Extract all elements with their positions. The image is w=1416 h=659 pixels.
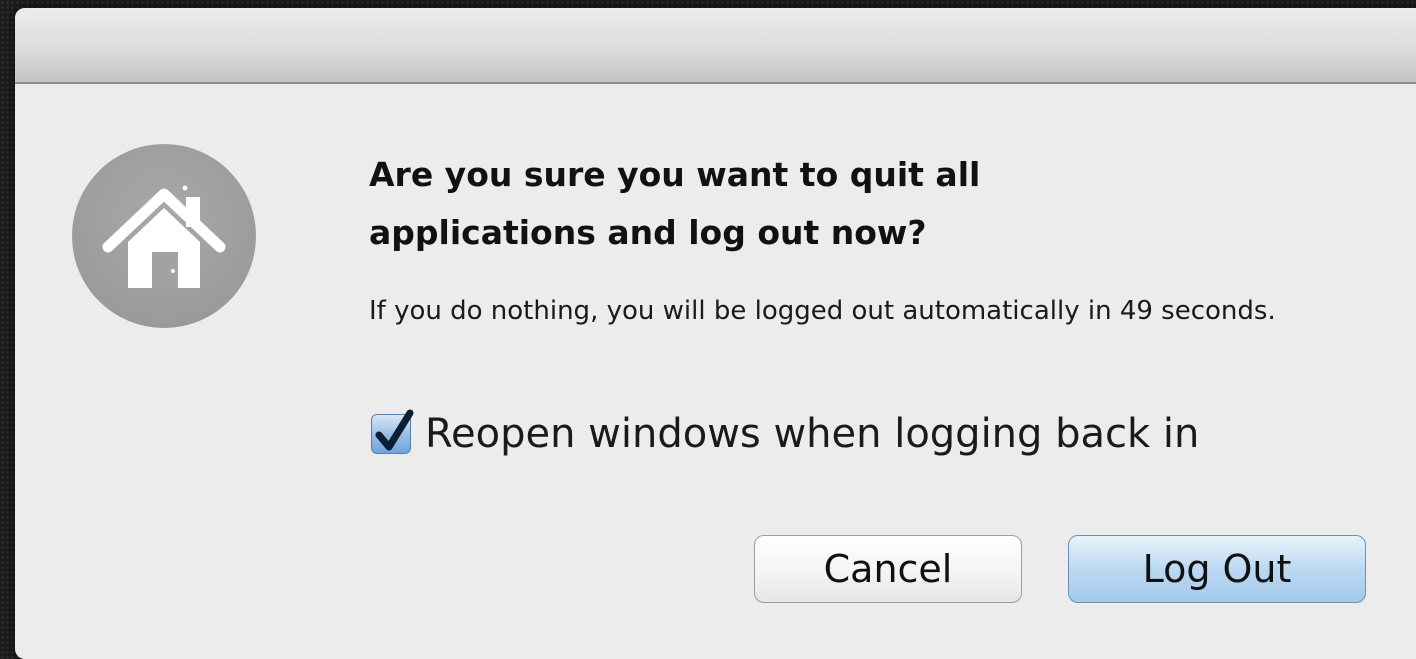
home-icon xyxy=(102,185,226,288)
dialog-titlebar xyxy=(15,8,1416,84)
cancel-button[interactable]: Cancel xyxy=(754,535,1022,603)
reopen-windows-checkbox[interactable] xyxy=(371,409,414,454)
app-icon-circle xyxy=(72,144,256,328)
dialog-message: If you do nothing, you will be logged ou… xyxy=(369,296,1276,326)
checkmark-icon xyxy=(375,409,414,451)
log-out-button[interactable]: Log Out xyxy=(1068,535,1366,603)
logout-dialog: Are you sure you want to quit all applic… xyxy=(15,8,1416,659)
reopen-windows-label[interactable]: Reopen windows when logging back in xyxy=(425,411,1199,457)
reopen-windows-checkbox-row[interactable]: Reopen windows when logging back in xyxy=(371,406,1199,462)
dialog-heading: Are you sure you want to quit all applic… xyxy=(369,155,981,252)
